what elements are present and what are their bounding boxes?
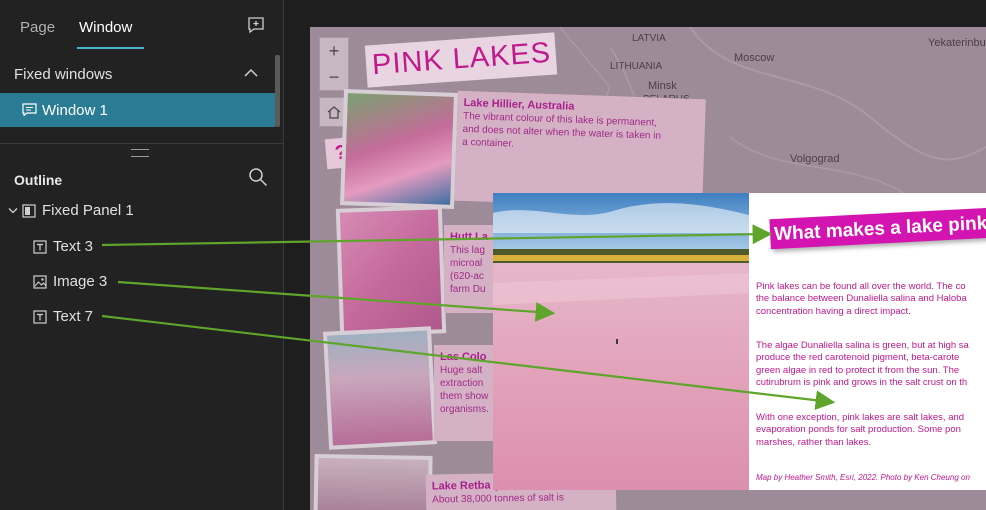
map-label: Moscow — [734, 52, 775, 64]
zoom-control: + − — [319, 37, 349, 91]
image-icon — [33, 275, 47, 289]
popup-title-banner: What makes a lake pink — [769, 206, 986, 250]
story-card: Lake Hillier, Australia The vibrant colo… — [454, 90, 706, 210]
zoom-out-button[interactable]: − — [320, 64, 348, 90]
tree-item-text-7[interactable]: Text 7 — [33, 308, 233, 328]
tree-item-label: Fixed Panel 1 — [42, 202, 134, 219]
popup-paragraph: Pink lakes can be found all over the wor… — [756, 281, 986, 318]
pink-lake-image — [493, 193, 749, 490]
window-item-label: Window 1 — [42, 102, 108, 119]
panel-tabs: Page Window — [0, 0, 283, 52]
search-icon[interactable] — [248, 167, 268, 187]
tree-item-fixed-panel[interactable]: Fixed Panel 1 — [8, 202, 268, 222]
map-label: LITHUANIA — [610, 61, 663, 72]
story-text: them show — [440, 391, 489, 402]
fixed-panel-icon — [22, 204, 36, 218]
map-title: PINK LAKES — [371, 36, 553, 82]
popup-paragraph: With one exception, pink lakes are salt … — [756, 412, 986, 449]
story-text: organisms. — [440, 404, 489, 415]
zoom-in-button[interactable]: + — [320, 38, 348, 64]
paragraph-line: the balance between Dunaliella salina an… — [756, 293, 967, 305]
tab-page[interactable]: Page — [20, 19, 55, 36]
story-photo — [340, 89, 458, 209]
paragraph-line: evaporation ponds for salt production. S… — [756, 424, 961, 436]
story-photo — [313, 453, 433, 510]
text-icon — [33, 240, 47, 254]
tab-window[interactable]: Window — [79, 19, 132, 36]
map-label: Volgograd — [790, 153, 840, 165]
popup-text-panel: What makes a lake pink Pink lakes can be… — [749, 193, 986, 490]
outline-header: Outline — [14, 172, 63, 188]
fixed-windows-header[interactable]: Fixed windows — [14, 66, 112, 83]
home-icon — [327, 106, 341, 119]
window-list-item[interactable]: Window 1 — [0, 93, 275, 127]
paragraph-line: cutirubrum is pink and grows in the salt… — [756, 377, 968, 389]
paragraph-line: produce the red carotenoid pigment, beta… — [756, 352, 960, 364]
chevron-up-icon[interactable] — [243, 66, 259, 78]
map-label: LATVIA — [632, 33, 666, 44]
paragraph-line: marshes, rather than lakes. — [756, 436, 872, 448]
fixed-window-preview[interactable]: What makes a lake pink Pink lakes can be… — [493, 193, 986, 490]
story-text: About 38,000 tonnes of salt is — [432, 492, 564, 506]
text-icon — [33, 310, 47, 324]
story-photo — [335, 205, 447, 337]
story-photo — [322, 326, 438, 450]
resize-handle[interactable] — [131, 149, 149, 157]
builder-side-panel: Page Window Fixed windows Window 1 Outli… — [0, 0, 284, 510]
story-text: farm Du — [450, 284, 486, 295]
paragraph-line: Pink lakes can be found all over the wor… — [756, 281, 966, 292]
tree-item-label: Text 7 — [53, 308, 94, 325]
tree-item-label: Image 3 — [53, 273, 108, 290]
tree-item-text-3[interactable]: Text 3 — [33, 238, 233, 258]
story-text: microal — [450, 258, 483, 269]
popup-paragraph: The algae Dunaliella salina is green, bu… — [756, 340, 986, 390]
paragraph-line: concentration having a direct impact. — [756, 305, 911, 317]
add-window-icon[interactable] — [247, 16, 265, 34]
map-label: Minsk — [648, 80, 677, 92]
paragraph-line: green algae in red to protect it from th… — [756, 364, 960, 376]
paragraph-line: With one exception, pink lakes are salt … — [756, 412, 965, 423]
story-text: (620-ac — [450, 271, 484, 282]
map-label: Yekaterinburg — [928, 37, 986, 49]
tree-item-label: Text 3 — [53, 238, 94, 255]
paragraph-line: The algae Dunaliella salina is green, bu… — [756, 340, 969, 351]
photo-credit: Map by Heather Smith, Esri, 2022. Photo … — [756, 473, 970, 482]
story-text: extraction — [440, 378, 484, 389]
story-text: This lag — [450, 245, 486, 256]
story-title: Las Colo — [440, 351, 487, 363]
tree-item-image-3[interactable]: Image 3 — [33, 273, 233, 293]
panel-scrollbar[interactable] — [275, 55, 280, 127]
story-title: Hutt La — [450, 231, 488, 243]
popup-title: What makes a lake pink — [773, 212, 986, 246]
window-icon — [22, 103, 37, 116]
story-text: Huge salt — [440, 365, 483, 376]
chevron-down-icon[interactable] — [8, 207, 18, 215]
section-divider — [0, 143, 283, 144]
active-tab-indicator — [77, 47, 144, 49]
story-card: Las Colo Huge salt extraction them show … — [434, 345, 496, 441]
story-card: Hutt La This lag microal (620-ac farm Du — [444, 225, 496, 313]
